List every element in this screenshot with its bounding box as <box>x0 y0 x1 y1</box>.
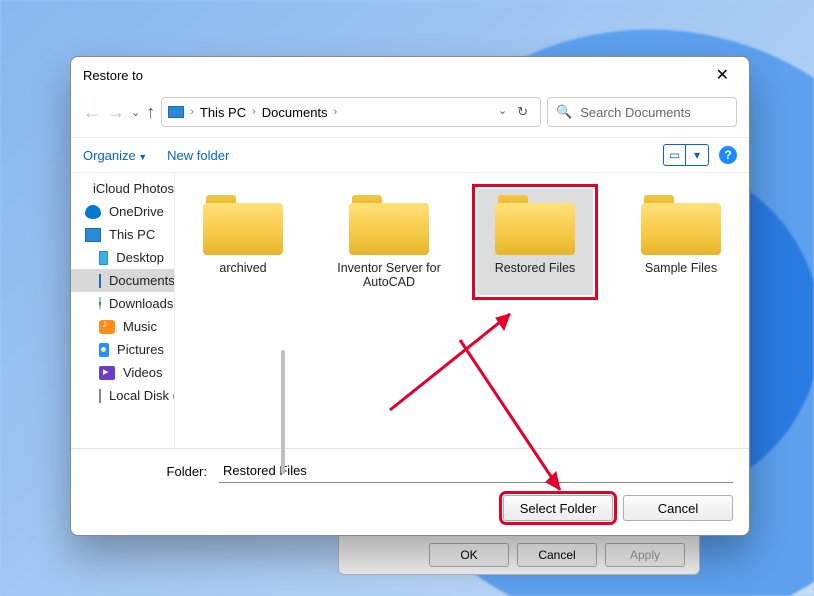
folder-content-pane[interactable]: archived Inventor Server for AutoCAD Resto… <box>175 173 749 448</box>
sidebar-item-label: Pictures <box>117 342 164 357</box>
sidebar-item-label: Desktop <box>116 250 164 265</box>
chevron-right-icon: › <box>334 106 338 118</box>
recent-dropdown-icon[interactable]: ⌄ <box>131 106 140 119</box>
down-icon <box>99 297 101 311</box>
cancel-button[interactable]: Cancel <box>623 495 733 521</box>
breadcrumb-folder[interactable]: Documents <box>262 105 328 120</box>
sidebar-item-downloads[interactable]: Downloads <box>71 292 174 315</box>
vid-icon <box>99 366 115 380</box>
dialog-footer: Folder: Select Folder Cancel <box>71 448 749 535</box>
sidebar-item-label: Local Disk (C:) <box>109 388 175 403</box>
sidebar-item-label: OneDrive <box>109 204 164 219</box>
sidebar-item-label: Downloads <box>109 296 173 311</box>
pc-icon <box>168 106 184 118</box>
sidebar-item-videos[interactable]: Videos <box>71 361 174 384</box>
sidebar-item-icloud-photos[interactable]: iCloud Photos <box>71 177 174 200</box>
restore-to-dialog: Restore to ✕ ← → ⌄ ↑ › This PC › Documen… <box>70 56 750 536</box>
pc-icon <box>85 228 101 242</box>
sidebar-item-music[interactable]: Music <box>71 315 174 338</box>
forward-icon: → <box>107 102 125 123</box>
sidebar-item-onedrive[interactable]: OneDrive <box>71 200 174 223</box>
sidebar-item-local-disk-c-[interactable]: Local Disk (C:) <box>71 384 174 407</box>
folder-label: Restored Files <box>495 261 576 275</box>
sidebar-item-pictures[interactable]: Pictures <box>71 338 174 361</box>
breadcrumb-root[interactable]: This PC <box>200 105 246 120</box>
folder-icon <box>495 195 575 255</box>
sidebar-item-label: This PC <box>109 227 155 242</box>
folder-field-label: Folder: <box>87 464 207 479</box>
chevron-right-icon: › <box>190 106 194 118</box>
folder-label: Sample Files <box>645 261 717 275</box>
folder-archived[interactable]: archived <box>185 189 301 295</box>
ok-button[interactable]: OK <box>429 543 509 567</box>
organize-menu[interactable]: Organize <box>83 148 147 163</box>
music-icon <box>99 320 115 334</box>
folder-icon <box>641 195 721 255</box>
chevron-right-icon: › <box>252 106 256 118</box>
close-icon[interactable]: ✕ <box>708 61 737 89</box>
sidebar-item-documents[interactable]: Documents <box>71 269 174 292</box>
cancel-button-parent[interactable]: Cancel <box>517 543 597 567</box>
sidebar-item-label: Music <box>123 319 157 334</box>
chevron-down-icon[interactable]: ▾ <box>686 145 708 165</box>
sidebar-item-label: Videos <box>123 365 163 380</box>
folder-sample-files[interactable]: Sample Files <box>623 189 739 295</box>
sidebar-item-label: Documents <box>109 273 175 288</box>
sidebar: iCloud Photos OneDrive This PC Desktop Docum… <box>71 173 175 448</box>
navigation-row: ← → ⌄ ↑ › This PC › Documents › ⌄ ↻ 🔍 Se… <box>71 93 749 137</box>
back-icon: ← <box>83 102 101 123</box>
history-dropdown-icon[interactable]: ⌄ <box>498 104 507 120</box>
search-input[interactable]: 🔍 Search Documents <box>547 97 737 127</box>
up-icon[interactable]: ↑ <box>146 102 155 123</box>
address-bar[interactable]: › This PC › Documents › ⌄ ↻ <box>161 97 541 127</box>
parent-dialog-buttons: OK Cancel Apply <box>338 535 700 575</box>
folder-name-input[interactable] <box>219 459 733 483</box>
view-icon[interactable]: ▭ <box>664 145 686 165</box>
desktop-icon <box>99 251 108 265</box>
doc-icon <box>99 274 101 288</box>
search-icon: 🔍 <box>556 104 572 120</box>
dialog-title: Restore to <box>83 68 143 83</box>
apply-button: Apply <box>605 543 685 567</box>
sidebar-item-this-pc[interactable]: This PC <box>71 223 174 246</box>
sidebar-item-label: iCloud Photos <box>93 181 174 196</box>
view-mode-split-button[interactable]: ▭ ▾ <box>663 144 709 166</box>
folder-label: Inventor Server for AutoCAD <box>333 261 445 289</box>
toolbar: Organize New folder ▭ ▾ ? <box>71 137 749 173</box>
search-placeholder: Search Documents <box>580 105 691 120</box>
folder-inventor-server-for-autocad[interactable]: Inventor Server for AutoCAD <box>331 189 447 295</box>
help-icon[interactable]: ? <box>719 146 737 164</box>
select-folder-button[interactable]: Select Folder <box>503 495 613 521</box>
folder-icon <box>349 195 429 255</box>
refresh-icon[interactable]: ↻ <box>517 104 528 120</box>
onedrive-icon <box>85 205 101 219</box>
disk-icon <box>99 389 101 403</box>
new-folder-button[interactable]: New folder <box>167 148 229 163</box>
titlebar: Restore to ✕ <box>71 57 749 93</box>
sidebar-item-desktop[interactable]: Desktop <box>71 246 174 269</box>
folder-icon <box>203 195 283 255</box>
pic-icon <box>99 343 109 357</box>
nav-arrows: ← → ⌄ ↑ <box>83 102 155 123</box>
folder-restored-files[interactable]: Restored Files <box>477 189 593 295</box>
folder-label: archived <box>219 261 266 275</box>
